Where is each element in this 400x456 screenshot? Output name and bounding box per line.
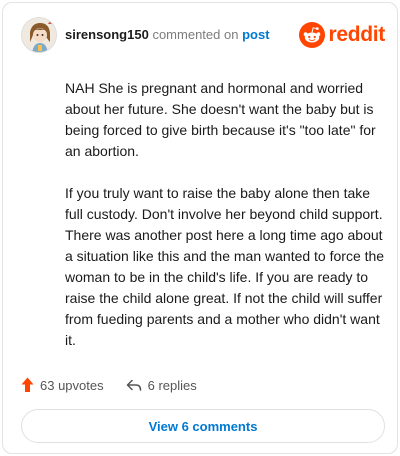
reply-count: 6 replies (147, 377, 197, 393)
post-link[interactable]: post (242, 27, 269, 42)
replies-stat[interactable]: 6 replies (126, 378, 197, 393)
upvote-arrow-icon (21, 377, 34, 392)
comment-header: sirensong150 commented on post reddit (21, 16, 385, 54)
avatar[interactable] (21, 17, 57, 53)
upvote-count: 63 upvotes (40, 377, 104, 393)
username-link[interactable]: sirensong150 (65, 27, 149, 42)
reply-arrow-icon (126, 379, 141, 391)
comment-card: sirensong150 commented on post reddit NA… (2, 2, 398, 454)
comment-stats: 63 upvotes 6 replies (21, 375, 197, 395)
action-text: commented on (152, 27, 239, 42)
upvote-stat[interactable]: 63 upvotes (21, 377, 104, 393)
comment-body: NAH She is pregnant and hormonal and wor… (65, 78, 385, 372)
comment-meta: sirensong150 commented on post (65, 27, 270, 42)
comment-paragraph: NAH She is pregnant and hormonal and wor… (65, 80, 376, 159)
reddit-brand[interactable]: reddit (299, 22, 385, 48)
comment-paragraph: If you truly want to raise the baby alon… (65, 185, 385, 348)
reddit-logo-icon (299, 22, 326, 48)
reddit-wordmark: reddit (328, 23, 385, 46)
view-comments-button[interactable]: View 6 comments (21, 409, 385, 443)
